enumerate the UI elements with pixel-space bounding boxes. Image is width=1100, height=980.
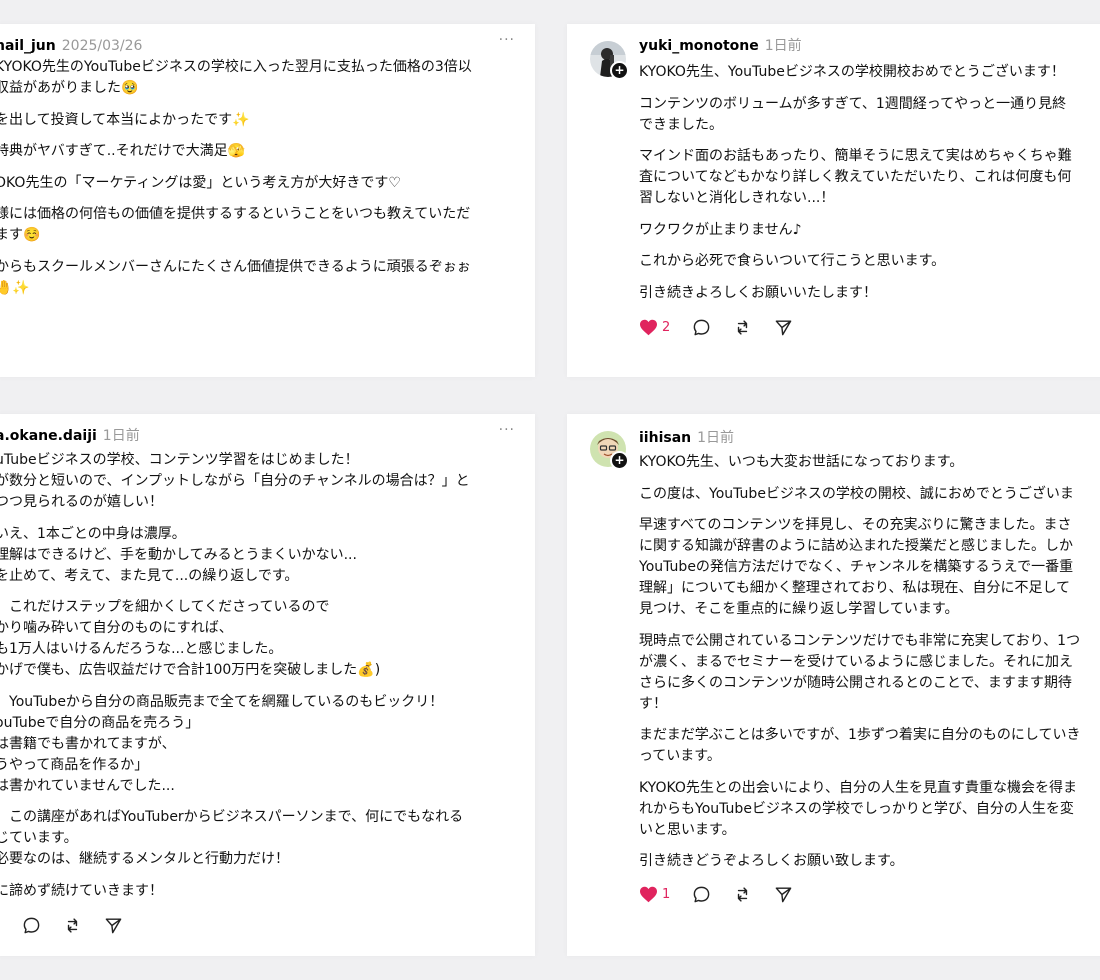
post-actions: 1 [639,883,815,905]
post-paragraph: 、これだけステップを細かくしてくださっているので かり噛み砕いて自分のものにすれ… [0,599,381,678]
post-paragraph: ワクワクが止まりません♪ [639,221,802,238]
post-paragraph: からもスクールメンバーさんにたくさん価値提供できるように頑張るぞぉぉ 🤚✨ [0,258,471,296]
post-header: iihisan 1日前 [639,428,734,448]
follow-plus-icon[interactable]: + [610,61,629,80]
post-actions: 2 [0,914,145,936]
post-paragraph: まだまだ学ぶことは多いですが、1歩ずつ着実に自分のものにしていき っています。 [639,727,1081,764]
repost-button[interactable] [733,885,752,904]
like-button[interactable]: 1 [639,886,670,903]
avatar[interactable]: + [590,431,629,470]
post-paragraph: KYOKO先生との出会いにより、自分の人生を見直す貴重な機会を得ま れからもYo… [639,779,1077,838]
more-options-icon[interactable]: ··· [499,422,515,438]
reply-button[interactable] [22,916,41,935]
post-paragraph: この度は、YouTubeビジネスの学校の開校、誠におめでとうございま [639,485,1074,502]
post-body: KYOKO先生のYouTubeビジネスの学校に入った翌月に支払った価格の3倍以 … [0,57,472,309]
timestamp: 1日前 [102,428,140,444]
post-paragraph: 、YouTubeから自分の商品販売まで全てを網羅しているのもビックリ！ ouTu… [0,693,444,794]
post-paragraph: KYOKO先生、いつも大変お世話になっております。 [639,454,964,470]
post-paragraph: KYOKO先生のYouTubeビジネスの学校に入った翌月に支払った価格の3倍以 … [0,59,472,96]
share-button[interactable] [774,318,793,337]
post-body: uTubeビジネスの学校、コンテンツ学習をはじめました！ が数分と短いので、イン… [0,450,470,912]
timestamp: 1日前 [764,38,802,54]
post-header: yuki_monotone 1日前 [639,36,802,56]
reply-button[interactable] [692,885,711,904]
share-button[interactable] [104,916,123,935]
repost-button[interactable] [733,318,752,337]
post-card: + iihisan 1日前 KYOKO先生、いつも大変お世話になっております。この… [567,414,1100,956]
repost-icon [68,917,78,933]
like-button[interactable]: 2 [639,319,670,336]
post-header: a.okane.daiji 1日前 [0,426,140,446]
like-count: 2 [662,319,671,335]
post-paragraph: 早速すべてのコンテンツを拝見し、その充実ぶりに驚きました。まさ に関する知識が辞… [639,517,1074,617]
post-paragraph: これから必死で食らいついて行こうと思います。 [639,253,946,269]
post-paragraph: に諦めず続けていきます！ [0,882,163,899]
repost-icon [738,319,748,335]
send-icon [775,319,792,335]
post-card: nail_jun 2025/03/26 ··· KYOKO先生のYouTubeビジ… [0,24,535,377]
post-card: a.okane.daiji 1日前 ··· uTubeビジネスの学校、コンテンツ学… [0,414,535,956]
post-paragraph: 引き続きどうぞよろしくお願い致します。 [639,853,904,869]
heart-icon [640,886,657,902]
post-paragraph: マインド面のお話もあったり、簡単そうに思えて実はめちゃくちゃ難 査についてなども… [639,148,1072,206]
repost-icon [738,886,748,902]
post-paragraph: 様には価格の何倍もの価値を提供するするということをいつも教えていただ ます☺️ [0,206,471,243]
follow-plus-icon[interactable]: + [610,451,629,470]
post-paragraph: 現時点で公開されているコンテンツだけでも非常に充実しており、1つ が濃く、まるで… [639,632,1081,712]
more-options-icon[interactable]: ··· [499,32,515,48]
comment-icon [693,886,710,902]
reply-button[interactable] [692,318,711,337]
heart-icon [640,319,657,335]
post-paragraph: を出して投資して本当によかったです✨ [0,111,250,128]
username[interactable]: nail_jun [0,38,56,54]
post-actions: 2 [639,316,815,338]
send-icon [105,917,122,933]
post-card: + yuki_monotone 1日前 KYOKO先生、YouTubeビジネスの学… [567,24,1100,377]
post-body: KYOKO先生、YouTubeビジネスの学校開校おめでとうございます！ コンテンツ… [639,62,1072,314]
post-paragraph: OKO先生の「マーケティングは愛」という考え方が大好きです♡ [0,174,401,191]
send-icon [775,886,792,902]
username[interactable]: iihisan [639,430,691,446]
comment-icon [23,917,40,933]
post-body: KYOKO先生、いつも大変お世話になっております。この度は、YouTubeビジネ… [639,452,1081,883]
like-count: 1 [662,886,671,902]
post-paragraph: いえ、1本ごとの中身は濃厚。 理解はできるけど、手を動かしてみるとうまくいかない… [0,525,357,584]
post-paragraph: 特典がヤバすぎて..それだけで大満足🫣 [0,143,246,159]
post-paragraph: 引き続きよろしくお願いいたします！ [639,284,877,301]
avatar[interactable]: + [590,41,629,80]
post-paragraph: uTubeビジネスの学校、コンテンツ学習をはじめました！ が数分と短いので、イン… [0,452,470,510]
post-paragraph: KYOKO先生、YouTubeビジネスの学校開校おめでとうございます！ [639,64,1065,80]
post-header: nail_jun 2025/03/26 [0,36,142,56]
timestamp: 2025/03/26 [61,38,143,54]
repost-button[interactable] [63,916,82,935]
username[interactable]: yuki_monotone [639,38,759,54]
username[interactable]: a.okane.daiji [0,428,97,444]
post-paragraph: コンテンツのボリュームが多すぎて、1週間経ってやっと一通り見終 できました。 [639,95,1067,133]
post-paragraph: 、この講座があればYouTuberからビジネスパーソンまで、何にでもなれる じて… [0,809,464,867]
comment-icon [693,319,710,335]
timestamp: 1日前 [697,430,735,446]
share-button[interactable] [774,885,793,904]
